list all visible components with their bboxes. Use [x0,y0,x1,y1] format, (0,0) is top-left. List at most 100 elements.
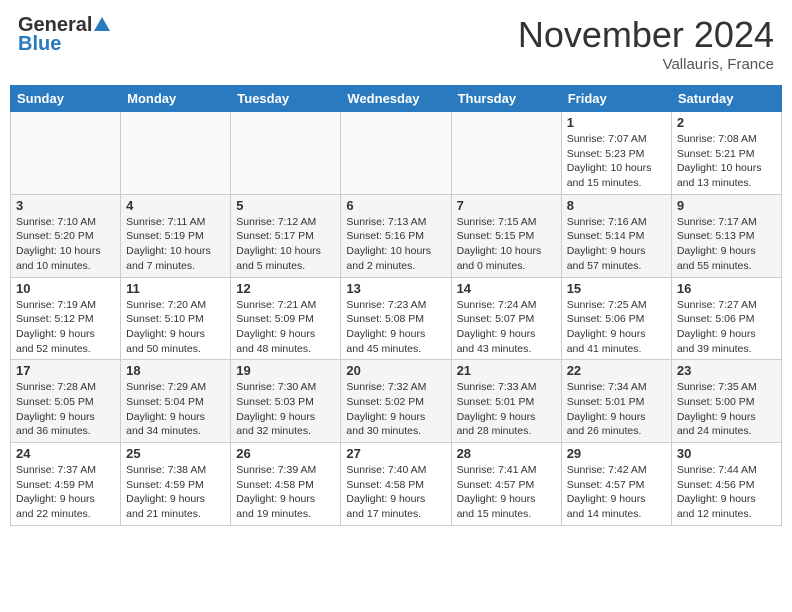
day-number: 14 [457,281,556,296]
day-header-tuesday: Tuesday [231,86,341,112]
day-number: 19 [236,363,335,378]
day-info: Sunrise: 7:25 AMSunset: 5:06 PMDaylight:… [567,298,666,357]
day-number: 21 [457,363,556,378]
day-info: Sunrise: 7:20 AMSunset: 5:10 PMDaylight:… [126,298,225,357]
calendar-cell [121,112,231,195]
day-info: Sunrise: 7:08 AMSunset: 5:21 PMDaylight:… [677,132,776,191]
day-header-monday: Monday [121,86,231,112]
calendar-cell: 5 Sunrise: 7:12 AMSunset: 5:17 PMDaylight… [231,194,341,277]
day-info: Sunrise: 7:44 AMSunset: 4:56 PMDaylight:… [677,463,776,522]
day-number: 30 [677,446,776,461]
day-info: Sunrise: 7:24 AMSunset: 5:07 PMDaylight:… [457,298,556,357]
calendar-cell: 22Sunrise: 7:34 AMSunset: 5:01 PMDayligh… [561,360,671,443]
calendar-cell: 3 Sunrise: 7:10 AMSunset: 5:20 PMDaylight… [11,194,121,277]
day-info: Sunrise: 7:38 AMSunset: 4:59 PMDaylight:… [126,463,225,522]
day-number: 4 [126,198,225,213]
day-number: 5 [236,198,335,213]
logo-blue-text: Blue [18,33,61,56]
calendar-week-1: 1 Sunrise: 7:07 AMSunset: 5:23 PMDaylight… [11,112,782,195]
day-number: 26 [236,446,335,461]
day-info: Sunrise: 7:23 AMSunset: 5:08 PMDaylight:… [346,298,445,357]
day-info: Sunrise: 7:28 AMSunset: 5:05 PMDaylight:… [16,380,115,439]
calendar-cell: 6 Sunrise: 7:13 AMSunset: 5:16 PMDaylight… [341,194,451,277]
calendar-cell: 8 Sunrise: 7:16 AMSunset: 5:14 PMDaylight… [561,194,671,277]
calendar-cell: 29Sunrise: 7:42 AMSunset: 4:57 PMDayligh… [561,443,671,526]
day-number: 20 [346,363,445,378]
calendar-header-row: SundayMondayTuesdayWednesdayThursdayFrid… [11,86,782,112]
day-number: 18 [126,363,225,378]
calendar-week-4: 17 Sunrise: 7:28 AMSunset: 5:05 PMDayligh… [11,360,782,443]
day-info: Sunrise: 7:34 AMSunset: 5:01 PMDaylight:… [567,380,666,439]
day-info: Sunrise: 7:17 AMSunset: 5:13 PMDaylight:… [677,215,776,274]
calendar-cell: 27Sunrise: 7:40 AMSunset: 4:58 PMDayligh… [341,443,451,526]
day-info: Sunrise: 7:37 AMSunset: 4:59 PMDaylight:… [16,463,115,522]
calendar-cell: 2 Sunrise: 7:08 AMSunset: 5:21 PMDaylight… [671,112,781,195]
month-title: November 2024 [518,14,774,56]
calendar-cell [231,112,341,195]
day-header-sunday: Sunday [11,86,121,112]
calendar-cell: 10 Sunrise: 7:19 AMSunset: 5:12 PMDayligh… [11,277,121,360]
calendar-cell: 21 Sunrise: 7:33 AMSunset: 5:01 PMDayligh… [451,360,561,443]
title-section: November 2024 Vallauris, France [518,14,774,73]
day-number: 2 [677,115,776,130]
day-info: Sunrise: 7:33 AMSunset: 5:01 PMDaylight:… [457,380,556,439]
day-number: 27 [346,446,445,461]
day-info: Sunrise: 7:12 AMSunset: 5:17 PMDaylight:… [236,215,335,274]
day-info: Sunrise: 7:32 AMSunset: 5:02 PMDaylight:… [346,380,445,439]
day-number: 25 [126,446,225,461]
calendar-cell: 14 Sunrise: 7:24 AMSunset: 5:07 PMDayligh… [451,277,561,360]
day-number: 7 [457,198,556,213]
calendar-cell [341,112,451,195]
day-info: Sunrise: 7:10 AMSunset: 5:20 PMDaylight:… [16,215,115,274]
calendar-cell: 11 Sunrise: 7:20 AMSunset: 5:10 PMDayligh… [121,277,231,360]
day-header-wednesday: Wednesday [341,86,451,112]
calendar-cell: 28Sunrise: 7:41 AMSunset: 4:57 PMDayligh… [451,443,561,526]
calendar-cell: 1 Sunrise: 7:07 AMSunset: 5:23 PMDaylight… [561,112,671,195]
calendar-cell: 30 Sunrise: 7:44 AMSunset: 4:56 PMDayligh… [671,443,781,526]
day-info: Sunrise: 7:16 AMSunset: 5:14 PMDaylight:… [567,215,666,274]
day-number: 29 [567,446,666,461]
calendar-cell [451,112,561,195]
day-info: Sunrise: 7:27 AMSunset: 5:06 PMDaylight:… [677,298,776,357]
day-info: Sunrise: 7:13 AMSunset: 5:16 PMDaylight:… [346,215,445,274]
logo-icon [93,15,111,33]
page-header: General Blue November 2024 Vallauris, Fr… [10,10,782,77]
calendar-week-2: 3 Sunrise: 7:10 AMSunset: 5:20 PMDaylight… [11,194,782,277]
calendar-cell [11,112,121,195]
day-info: Sunrise: 7:41 AMSunset: 4:57 PMDaylight:… [457,463,556,522]
day-number: 24 [16,446,115,461]
day-number: 17 [16,363,115,378]
day-number: 6 [346,198,445,213]
day-info: Sunrise: 7:07 AMSunset: 5:23 PMDaylight:… [567,132,666,191]
day-number: 16 [677,281,776,296]
day-info: Sunrise: 7:19 AMSunset: 5:12 PMDaylight:… [16,298,115,357]
calendar-cell: 12Sunrise: 7:21 AMSunset: 5:09 PMDayligh… [231,277,341,360]
day-number: 8 [567,198,666,213]
day-number: 9 [677,198,776,213]
day-header-saturday: Saturday [671,86,781,112]
day-number: 23 [677,363,776,378]
calendar-cell: 9 Sunrise: 7:17 AMSunset: 5:13 PMDaylight… [671,194,781,277]
logo: General Blue [18,14,111,56]
calendar-week-3: 10 Sunrise: 7:19 AMSunset: 5:12 PMDayligh… [11,277,782,360]
calendar-cell: 24 Sunrise: 7:37 AMSunset: 4:59 PMDayligh… [11,443,121,526]
day-number: 13 [346,281,445,296]
calendar-cell: 13 Sunrise: 7:23 AMSunset: 5:08 PMDayligh… [341,277,451,360]
day-number: 12 [236,281,335,296]
calendar-cell: 23Sunrise: 7:35 AMSunset: 5:00 PMDayligh… [671,360,781,443]
day-number: 3 [16,198,115,213]
calendar-cell: 4 Sunrise: 7:11 AMSunset: 5:19 PMDaylight… [121,194,231,277]
day-number: 11 [126,281,225,296]
calendar-cell: 19 Sunrise: 7:30 AMSunset: 5:03 PMDayligh… [231,360,341,443]
day-info: Sunrise: 7:30 AMSunset: 5:03 PMDaylight:… [236,380,335,439]
day-number: 1 [567,115,666,130]
day-header-friday: Friday [561,86,671,112]
day-number: 15 [567,281,666,296]
day-number: 10 [16,281,115,296]
calendar-cell: 20 Sunrise: 7:32 AMSunset: 5:02 PMDayligh… [341,360,451,443]
calendar-table: SundayMondayTuesdayWednesdayThursdayFrid… [10,85,782,526]
day-header-thursday: Thursday [451,86,561,112]
calendar-cell: 25 Sunrise: 7:38 AMSunset: 4:59 PMDayligh… [121,443,231,526]
day-info: Sunrise: 7:29 AMSunset: 5:04 PMDaylight:… [126,380,225,439]
day-info: Sunrise: 7:11 AMSunset: 5:19 PMDaylight:… [126,215,225,274]
